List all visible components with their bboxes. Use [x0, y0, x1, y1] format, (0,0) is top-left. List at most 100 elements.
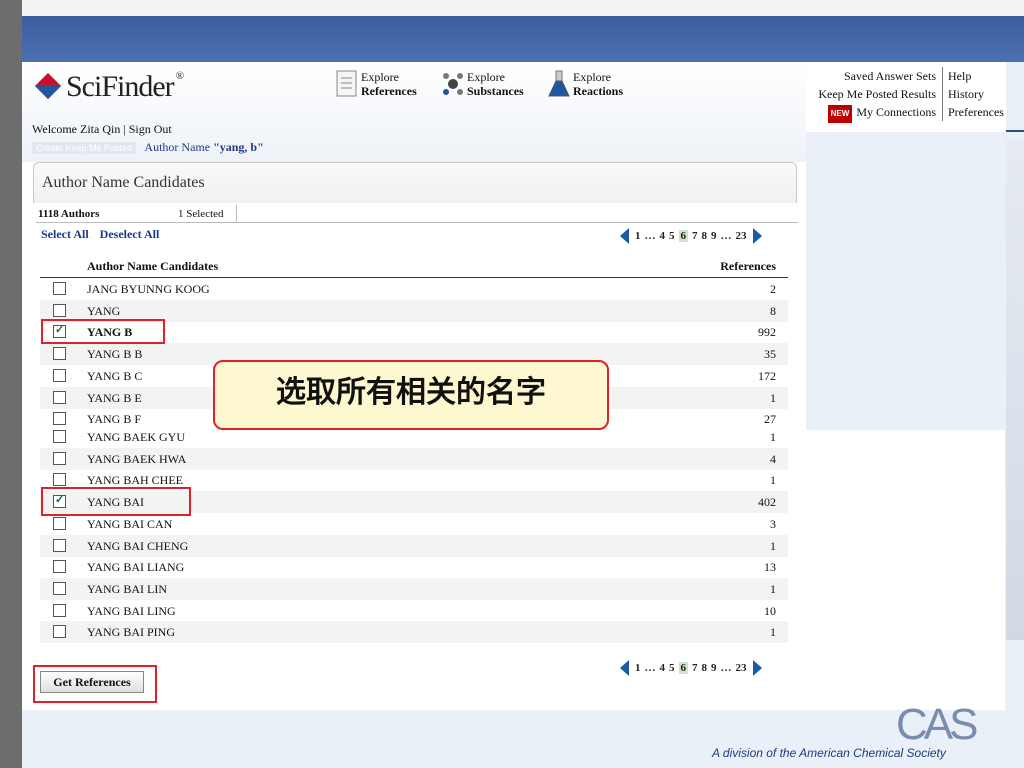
row-checkbox[interactable]: [53, 430, 66, 443]
current-page: 6: [678, 662, 688, 674]
reference-count: 1: [770, 390, 776, 405]
author-name: YANG BAEK GYU: [87, 430, 185, 444]
scifinder-logo-icon: [35, 73, 61, 99]
pagination-bottom: 1 … 4 5 6 7 8 9 … 23: [620, 660, 762, 676]
page-link[interactable]: 4: [660, 662, 666, 674]
new-badge: NEW: [827, 105, 853, 123]
breadcrumb-query: "yang, b": [213, 140, 264, 154]
explore-references-label: References: [361, 84, 417, 98]
slide-left-frame: [0, 0, 22, 768]
history-link[interactable]: History: [948, 85, 1004, 103]
explore-reactions-link[interactable]: Explore Reactions: [573, 70, 623, 98]
page-link[interactable]: 5: [669, 230, 675, 242]
reference-count: 992: [758, 325, 776, 340]
row-checkbox[interactable]: [53, 412, 66, 426]
explore-substances-link[interactable]: Explore Substances: [467, 70, 524, 98]
explore-label: Explore: [467, 70, 505, 84]
scifinder-logo[interactable]: SciFinder ®: [66, 70, 184, 104]
breadcrumb-label: Author Name: [144, 140, 211, 154]
help-link[interactable]: Help: [948, 67, 1004, 85]
reference-count: 8: [770, 303, 776, 318]
deselect-all-link[interactable]: Deselect All: [100, 227, 160, 241]
row-checkbox[interactable]: [53, 347, 66, 361]
row-checkbox[interactable]: [53, 560, 66, 574]
reference-count: 1: [770, 430, 776, 444]
selected-count: 1 Selected: [178, 208, 224, 220]
table-row[interactable]: YANG BAI CHENG 1: [40, 534, 788, 557]
author-name: YANG B E: [87, 390, 142, 405]
account-links: Saved Answer Sets Keep Me Posted Results…: [818, 67, 936, 123]
page-link[interactable]: 23: [736, 662, 747, 674]
ellipsis: …: [720, 230, 732, 242]
next-page-icon[interactable]: [752, 228, 762, 244]
saved-answer-sets-link[interactable]: Saved Answer Sets: [818, 67, 936, 85]
page-link[interactable]: 7: [692, 662, 698, 674]
table-row[interactable]: YANG BAI LIANG 13: [40, 556, 788, 578]
page-link[interactable]: 9: [711, 230, 717, 242]
author-name: YANG B B: [87, 347, 143, 362]
explore-label: Explore: [361, 70, 399, 84]
table-row[interactable]: YANG BAI PING 1: [40, 621, 788, 644]
welcome-text: Welcome Zita Qin: [32, 122, 121, 136]
next-page-icon[interactable]: [752, 660, 762, 676]
page-link[interactable]: 8: [702, 662, 708, 674]
author-name: YANG BAI LIN: [87, 581, 167, 596]
row-checkbox[interactable]: [53, 282, 66, 295]
page-link[interactable]: 8: [702, 230, 708, 242]
select-all-link[interactable]: Select All: [41, 227, 89, 241]
page-link[interactable]: 1: [635, 662, 641, 674]
page-link[interactable]: 9: [711, 662, 717, 674]
row-checkbox[interactable]: [53, 368, 66, 382]
row-checkbox[interactable]: [53, 516, 66, 530]
page-link[interactable]: 23: [736, 230, 747, 242]
row-checkbox[interactable]: [53, 625, 66, 639]
reference-count: 1: [770, 625, 776, 640]
explore-references-link[interactable]: Explore References: [361, 70, 417, 98]
page-link[interactable]: 5: [669, 662, 675, 674]
welcome-line: Welcome Zita Qin | Sign Out: [32, 122, 172, 137]
table-row[interactable]: YANG BAEK HWA 4: [40, 447, 788, 470]
row-checkbox[interactable]: [53, 303, 66, 317]
get-references-button[interactable]: Get References: [40, 671, 144, 693]
reference-count: 3: [770, 516, 776, 531]
row-checkbox[interactable]: [53, 603, 66, 617]
reference-count: 13: [764, 560, 776, 575]
create-keep-me-posted-button[interactable]: Create Keep Me Posted: [32, 142, 137, 154]
scifinder-lower-section: YANG BAEK GYU 1 YANG BAEK HWA 4 YANG BAH CHE…: [22, 430, 1005, 710]
row-checkbox[interactable]: [53, 390, 66, 404]
row-checkbox[interactable]: [53, 473, 66, 487]
author-name: JANG BYUNNG KOOG: [87, 282, 210, 296]
page-link[interactable]: 1: [635, 230, 641, 242]
registered-mark: ®: [175, 70, 184, 82]
author-name: YANG B C: [87, 368, 143, 383]
reference-count: 4: [770, 451, 776, 466]
row-checkbox[interactable]: [53, 538, 66, 552]
substances-molecule-icon: [443, 73, 463, 95]
highlight-yang-b: [41, 319, 165, 344]
reference-count: 35: [764, 347, 776, 362]
previous-page-icon[interactable]: [620, 228, 629, 244]
highlight-yang-bai: [41, 487, 191, 516]
reference-count: 2: [770, 282, 776, 296]
my-connections-label: My Connections: [856, 105, 936, 119]
preferences-link[interactable]: Preferences: [948, 103, 1004, 121]
author-name: YANG BAI CAN: [87, 516, 173, 531]
keep-me-posted-results-link[interactable]: Keep Me Posted Results: [818, 85, 936, 103]
table-row[interactable]: YANG BAI LIN 1: [40, 577, 788, 600]
page-link[interactable]: 4: [660, 230, 666, 242]
page-link[interactable]: 7: [692, 230, 698, 242]
table-row[interactable]: YANG BAI CAN 3: [40, 513, 788, 535]
pagination-top: 1 … 4 5 6 7 8 9 … 23: [620, 228, 762, 244]
table-row[interactable]: YANG BAI LING 10: [40, 600, 788, 622]
row-checkbox[interactable]: [53, 451, 66, 465]
column-header-references: References: [720, 259, 776, 273]
help-links: Help History Preferences: [942, 67, 1004, 121]
previous-page-icon[interactable]: [620, 660, 629, 676]
table-row[interactable]: JANG BYUNNG KOOG 2: [40, 278, 788, 300]
panel-title: Author Name Candidates: [42, 174, 205, 191]
breadcrumb: Create Keep Me Posted Author Name "yang,…: [32, 140, 264, 155]
my-connections-link[interactable]: NEW My Connections: [818, 103, 936, 123]
row-checkbox[interactable]: [53, 581, 66, 595]
reference-count: 1: [770, 538, 776, 553]
sign-out-link[interactable]: Sign Out: [129, 122, 172, 136]
